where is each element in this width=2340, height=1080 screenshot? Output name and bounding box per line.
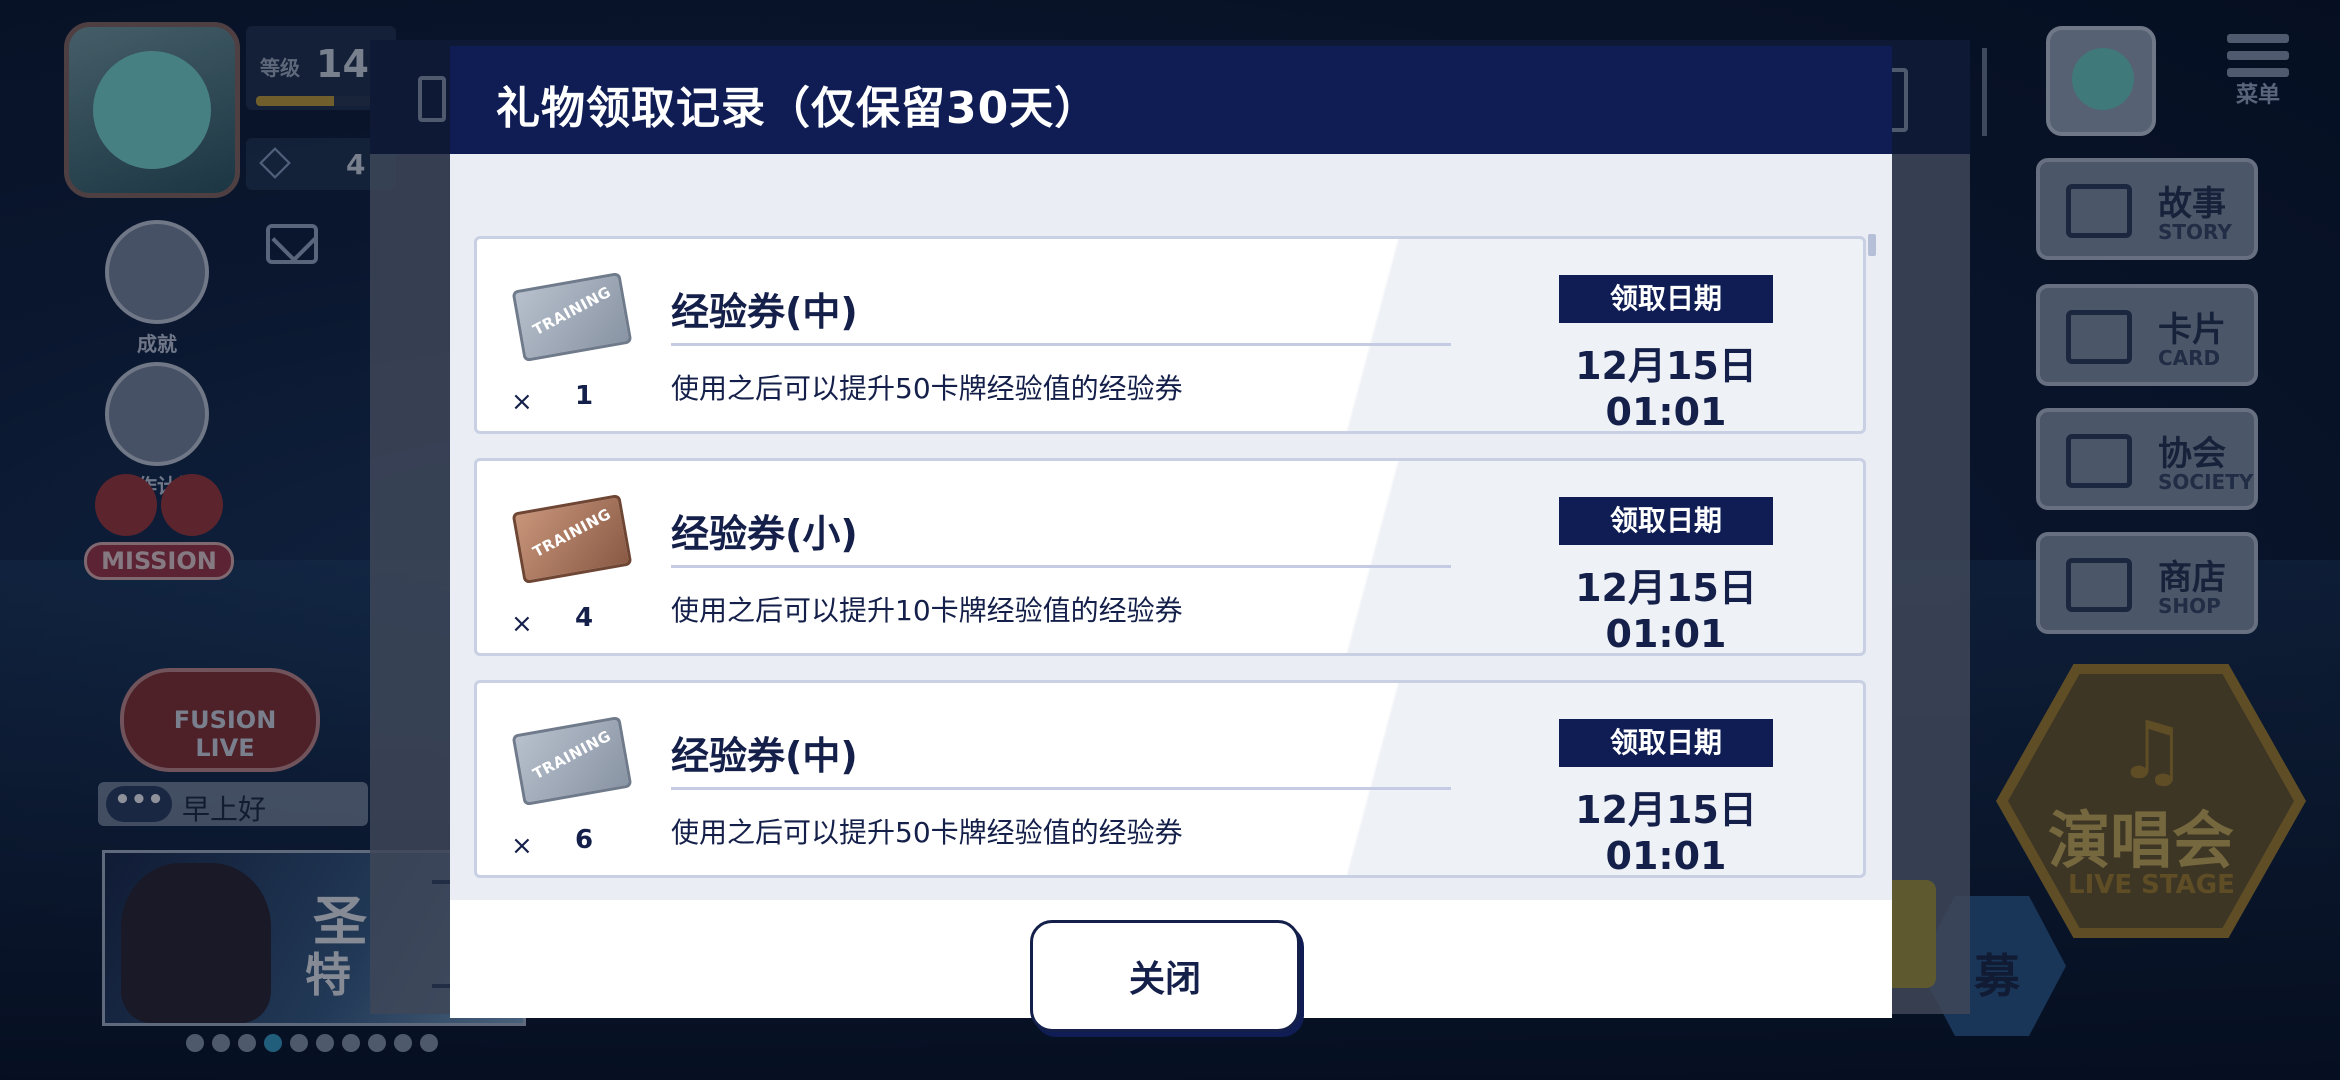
gift-quantity: 1 [575,381,594,411]
receive-date-tag: 领取日期 [1559,719,1773,767]
scrollbar[interactable] [1868,230,1876,870]
ticket-text: TRAINING [529,726,615,784]
receive-date-tag: 领取日期 [1559,497,1773,545]
dialog-footer: 关闭 [450,900,1892,1032]
gift-name: 经验券(小) [671,512,858,556]
gift-description: 使用之后可以提升50卡牌经验值的经验券 [671,372,1183,405]
scrollbar-thumb[interactable] [1868,234,1876,256]
gift-record: TRAINING × 6 经验券(中) 使用之后可以提升50卡牌经验值的经验券 … [474,680,1866,878]
dialog-title: 礼物领取记录（仅保留30天） [496,83,1100,134]
divider [671,565,1451,568]
quantity-prefix: × [511,387,533,417]
gift-history-list: TRAINING × 1 经验券(中) 使用之后可以提升50卡牌经验值的经验券 … [474,236,1866,900]
gift-record: TRAINING × 1 经验券(中) 使用之后可以提升50卡牌经验值的经验券 … [474,236,1866,434]
close-button[interactable]: 关闭 [1030,920,1300,1032]
dialog-header: 礼物领取记录（仅保留30天） [450,46,1892,154]
gift-quantity: 4 [575,603,594,633]
receive-date: 12月15日 01:01 [1575,788,1757,878]
ticket-text: TRAINING [529,282,615,340]
training-ticket-icon: TRAINING [511,493,633,585]
divider [671,343,1451,346]
gift-name: 经验券(中) [671,734,858,778]
gift-description: 使用之后可以提升50卡牌经验值的经验券 [671,816,1183,849]
gift-record: TRAINING × 4 经验券(小) 使用之后可以提升10卡牌经验值的经验券 … [474,458,1866,656]
training-ticket-icon: TRAINING [511,715,633,807]
gift-name: 经验券(中) [671,290,858,334]
training-ticket-icon: TRAINING [511,271,633,363]
gift-history-list-area[interactable]: TRAINING × 1 经验券(中) 使用之后可以提升50卡牌经验值的经验券 … [450,154,1892,900]
gift-quantity: 6 [575,825,594,855]
divider [671,787,1451,790]
receive-date-tag: 领取日期 [1559,275,1773,323]
receive-date: 12月15日 01:01 [1575,566,1757,656]
gift-description: 使用之后可以提升10卡牌经验值的经验券 [671,594,1183,627]
gift-history-dialog: 礼物领取记录（仅保留30天） TRAINING × 1 经验券(中) 使用之后可… [450,46,1892,1032]
quantity-prefix: × [511,609,533,639]
quantity-prefix: × [511,831,533,861]
ticket-text: TRAINING [529,504,615,562]
receive-date: 12月15日 01:01 [1575,344,1757,434]
